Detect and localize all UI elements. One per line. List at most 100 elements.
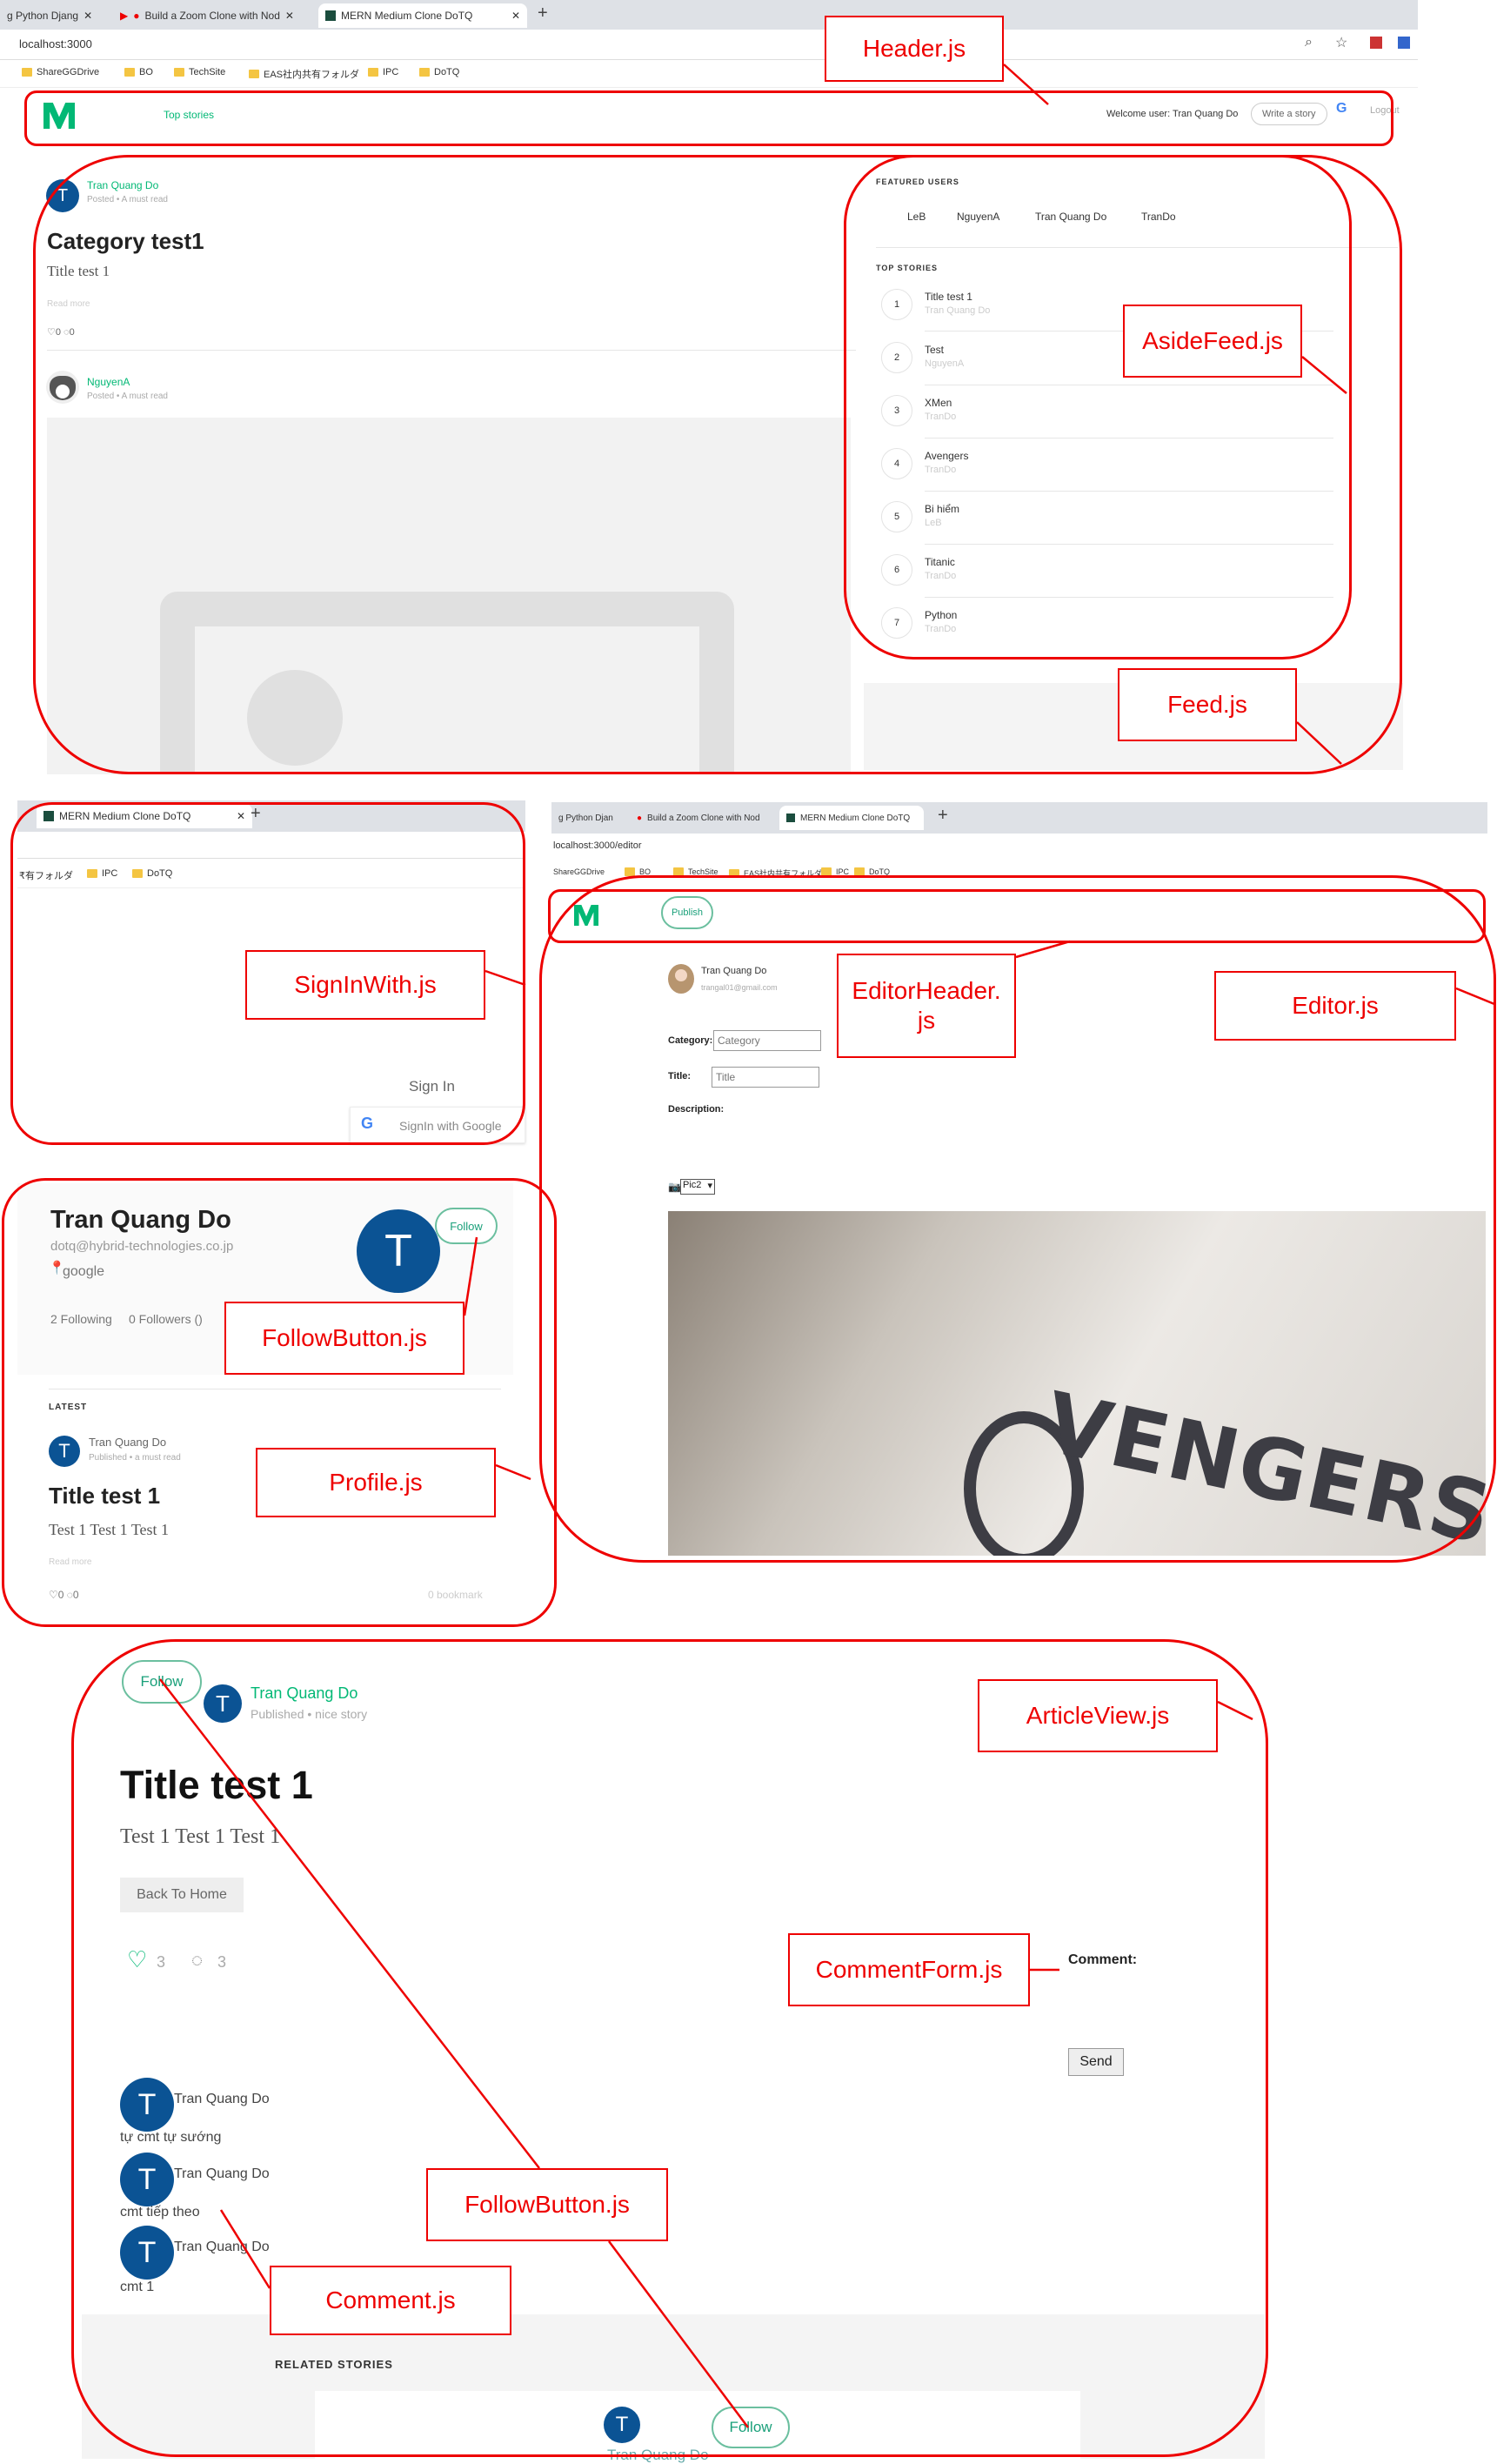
new-tab-icon[interactable]: + [251,804,261,824]
story-title[interactable]: XMen [925,397,952,409]
extension-icon[interactable] [1370,37,1382,49]
story-title[interactable]: Python [925,609,957,621]
top-story-item[interactable]: 7 Python TranDo [881,607,1333,660]
close-icon[interactable]: ✕ [511,10,520,22]
story-author[interactable]: TranDo [925,465,956,475]
top-story-item[interactable]: 4 Avengers TranDo [881,448,1333,500]
bookmark-folder[interactable]: IPC [821,867,849,876]
browser-tab-active[interactable]: MERN Medium Clone DoTQ ✕ [37,804,252,828]
bookmark-folder[interactable]: BO [124,67,153,77]
browser-tab-active[interactable]: MERN Medium Clone DoTQ [779,806,924,830]
address-bar[interactable]: localhost:3000 ⌕ ☆ [0,30,1418,60]
comment-author[interactable]: Tran Quang Do [174,2240,270,2255]
post-title[interactable]: Title test 1 [49,1483,160,1510]
story-author[interactable]: TranDo [925,624,956,634]
medium-logo-icon[interactable] [574,905,598,926]
bookmark-folder[interactable]: ₹有フォルダ [19,868,73,882]
bookmark-folder[interactable]: EAS社内共有フォルダ [249,67,359,81]
post-author[interactable]: NguyenA [87,376,130,388]
write-story-button[interactable]: Write a story [1251,103,1327,125]
featured-user[interactable]: TranDo [1141,211,1176,223]
address-bar[interactable]: localhost:3000/editor [551,834,1487,860]
category-input[interactable] [713,1030,821,1051]
post-stats[interactable]: ♡0 ◌0 [49,1589,79,1601]
browser-tab[interactable]: ▶ ● Build a Zoom Clone with Nod ✕ [113,3,311,28]
read-more-link[interactable]: Read more [47,299,90,309]
story-author[interactable]: Tran Quang Do [925,305,990,316]
bookmark-folder[interactable]: DoTQ [419,67,459,77]
story-author[interactable]: TranDo [925,571,956,581]
followers-count[interactable]: 0 Followers () [129,1312,203,1326]
comment-avatar[interactable]: T [120,2226,174,2280]
husky-avatar[interactable] [46,371,79,404]
browser-tab[interactable]: g Python Djang ✕ [0,3,106,28]
post-stats[interactable]: ♡0 ◌0 [47,326,75,338]
story-title[interactable]: Bi hiểm [925,503,959,515]
browser-tab-active[interactable]: MERN Medium Clone DoTQ ✕ [318,3,527,28]
related-story-card[interactable]: T Tran Quang Do Follow [315,2391,1080,2463]
comment-avatar[interactable]: T [120,2153,174,2206]
bookmark-folder[interactable]: TechSite [673,867,718,876]
top-story-item[interactable]: 5 Bi hiểm LeB [881,501,1333,553]
star-icon[interactable]: ☆ [1335,34,1347,51]
medium-logo-icon[interactable] [43,103,75,129]
comment-icon[interactable]: ◌ [191,1949,203,1972]
follow-button[interactable]: Follow [122,1660,202,1704]
top-story-item[interactable]: 3 XMen TranDo [881,395,1333,447]
article-author[interactable]: Tran Quang Do [251,1684,358,1703]
publish-button[interactable]: Publish [661,896,713,929]
featured-user[interactable]: Tran Quang Do [1035,211,1106,223]
bookmark-folder[interactable]: DoTQ [132,868,172,879]
bookmark-folder[interactable]: ShareGGDrive [553,867,605,876]
nav-top-stories[interactable]: Top stories [164,109,214,121]
address-bar[interactable] [17,832,525,859]
zoom-icon[interactable]: ⌕ [1305,35,1313,50]
browser-tab[interactable]: ● Build a Zoom Clone with Nod [630,806,776,830]
story-title[interactable]: Titanic [925,556,955,568]
signin-google-button[interactable]: G SignIn with Google [350,1107,525,1143]
featured-user[interactable]: NguyenA [957,211,999,223]
post-title[interactable]: Category test1 [47,228,204,255]
new-tab-icon[interactable]: + [538,3,548,23]
bookmark-folder[interactable]: IPC [87,868,117,879]
related-author[interactable]: Tran Quang Do [607,2447,709,2464]
bookmark-count[interactable]: 0 bookmark [428,1589,483,1601]
post-author[interactable]: Tran Quang Do [89,1436,166,1449]
bookmark-folder[interactable]: DoTQ [854,867,890,876]
logout-link[interactable]: Logout [1370,105,1400,116]
image-select[interactable]: Pic2 ▾ [680,1179,715,1195]
send-button[interactable]: Send [1068,2048,1124,2076]
avatar[interactable]: T [204,1684,242,1723]
heart-icon[interactable]: ♡ [127,1946,147,1973]
close-icon[interactable]: ✕ [237,810,245,822]
story-title[interactable]: Test [925,344,944,356]
bookmark-folder[interactable]: BO [625,867,651,876]
title-input[interactable] [712,1067,819,1088]
follow-button[interactable]: Follow [435,1208,498,1244]
avatar[interactable]: T [604,2407,640,2443]
new-tab-icon[interactable]: + [938,806,948,826]
camera-icon[interactable]: 📷 [668,1181,681,1193]
top-story-item[interactable]: 6 Titanic TranDo [881,554,1333,606]
featured-user[interactable]: LeB [907,211,926,223]
following-count[interactable]: 2 Following [50,1312,112,1326]
story-author[interactable]: LeB [925,518,942,528]
story-author[interactable]: NguyenA [925,358,964,369]
follow-button[interactable]: Follow [712,2407,790,2448]
bookmark-folder[interactable]: TechSite [174,67,225,77]
comment-avatar[interactable]: T [120,2078,174,2132]
browser-tab[interactable]: g Python Djan [551,806,626,830]
bookmark-folder[interactable]: EAS社内共有フォルダ [729,867,822,879]
comment-author[interactable]: Tran Quang Do [174,2166,270,2182]
back-home-button[interactable]: Back To Home [120,1878,244,1912]
story-title[interactable]: Avengers [925,450,968,462]
avatar[interactable]: T [49,1436,80,1467]
story-author[interactable]: TranDo [925,412,956,422]
close-icon[interactable]: ✕ [285,10,294,22]
extension-icon[interactable] [1398,37,1410,49]
post-author[interactable]: Tran Quang Do [87,179,158,191]
bookmark-folder[interactable]: ShareGGDrive [22,67,99,77]
comment-author[interactable]: Tran Quang Do [174,2092,270,2107]
read-more-link[interactable]: Read more [49,1557,91,1567]
avatar[interactable]: T [46,179,79,212]
